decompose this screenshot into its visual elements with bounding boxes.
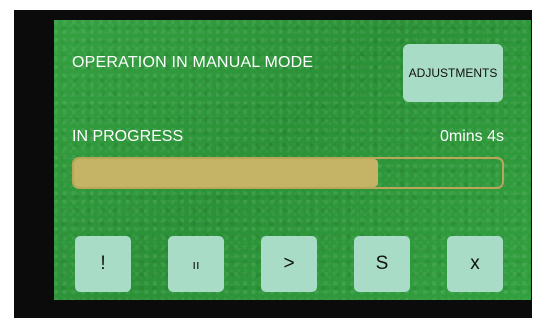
- progress-fill: [74, 159, 378, 187]
- pause-button[interactable]: ıı: [168, 236, 224, 292]
- play-button[interactable]: >: [261, 236, 317, 292]
- control-button-row: ! ıı > S x: [54, 236, 531, 292]
- device-bezel: OPERATION IN MANUAL MODE ADJUSTMENTS IN …: [14, 10, 532, 318]
- status-label: IN PROGRESS: [72, 128, 184, 145]
- elapsed-time: 0mins 4s: [439, 128, 504, 145]
- progress-bar: [72, 157, 504, 189]
- step-button[interactable]: S: [354, 236, 410, 292]
- stop-button[interactable]: x: [447, 236, 503, 292]
- page-title: OPERATION IN MANUAL MODE: [72, 54, 314, 71]
- adjustments-button[interactable]: ADJUSTMENTS: [403, 44, 503, 102]
- control-screen: OPERATION IN MANUAL MODE ADJUSTMENTS IN …: [54, 20, 531, 300]
- alert-button[interactable]: !: [75, 236, 131, 292]
